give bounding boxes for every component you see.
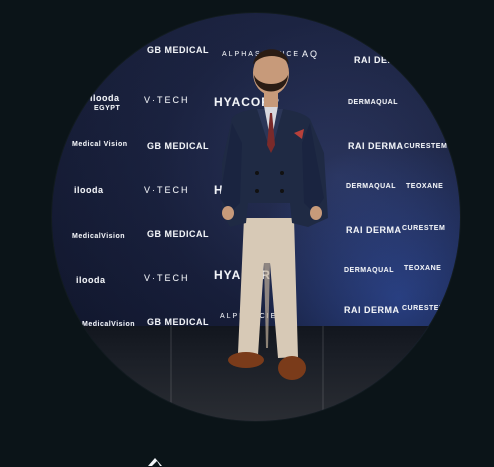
right-shoe [278, 356, 306, 380]
person-figure [220, 49, 328, 380]
page-background: GB MEDICAL ALPHASCIENCE AQ RAI DERMA ilo… [0, 0, 494, 467]
profile-photo[interactable]: GB MEDICAL ALPHASCIENCE AQ RAI DERMA ilo… [52, 13, 460, 421]
left-shoe [228, 352, 264, 368]
partial-icon [148, 458, 162, 466]
